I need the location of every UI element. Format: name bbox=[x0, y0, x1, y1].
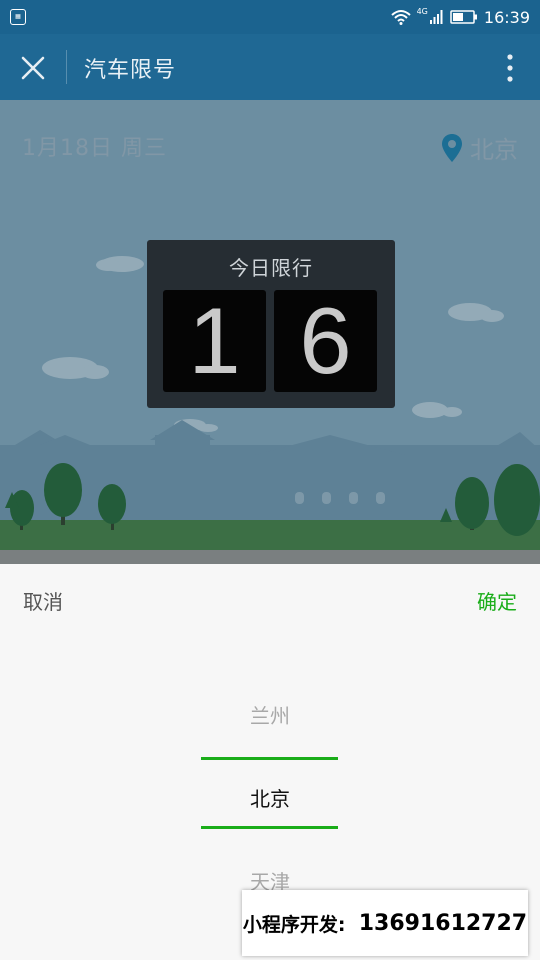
location-label: 北京 bbox=[470, 136, 518, 164]
status-indicators: 4G 16:39 bbox=[390, 6, 530, 28]
restriction-digit-1: 1 bbox=[163, 290, 266, 392]
close-icon bbox=[21, 56, 45, 80]
restriction-card: 今日限行 1 6 bbox=[147, 240, 395, 408]
selection-top-line bbox=[201, 757, 338, 760]
more-button[interactable] bbox=[504, 52, 516, 84]
selection-bottom-line bbox=[201, 826, 338, 829]
page-title: 汽车限号 bbox=[84, 58, 177, 83]
location-pin-icon bbox=[442, 133, 462, 162]
date-label: 1月18日 周三 bbox=[22, 136, 167, 161]
status-bar: ▦ 4G 16:39 bbox=[0, 0, 540, 34]
picker-option-selected[interactable]: 北京 bbox=[0, 783, 540, 812]
hero-scene: 1月18日 周三 北京 今日限行 1 6 bbox=[0, 100, 540, 564]
title-bar: 汽车限号 bbox=[0, 34, 540, 100]
close-button[interactable] bbox=[18, 53, 48, 83]
wifi-icon bbox=[390, 9, 411, 25]
banner-label: 小程序开发: bbox=[242, 913, 346, 936]
restriction-digit-2: 6 bbox=[274, 290, 377, 392]
signal-icon bbox=[429, 10, 444, 24]
battery-icon bbox=[450, 10, 478, 24]
contact-banner: 小程序开发: 13691612727 bbox=[242, 890, 528, 956]
network-type-label: 4G bbox=[416, 6, 428, 16]
card-title: 今日限行 bbox=[229, 256, 313, 280]
title-divider bbox=[66, 50, 67, 84]
picker-header: 取消 确定 bbox=[0, 564, 540, 630]
clock-time: 16:39 bbox=[483, 7, 530, 27]
banner-phone: 13691612727 bbox=[358, 910, 528, 936]
calendar-app-icon: ▦ bbox=[10, 9, 26, 25]
confirm-button[interactable]: 确定 bbox=[477, 586, 517, 615]
picker-option[interactable]: 兰州 bbox=[0, 700, 540, 729]
cancel-button[interactable]: 取消 bbox=[23, 586, 63, 615]
more-vertical-icon bbox=[507, 54, 513, 82]
location-selector[interactable]: 北京 bbox=[442, 130, 518, 165]
